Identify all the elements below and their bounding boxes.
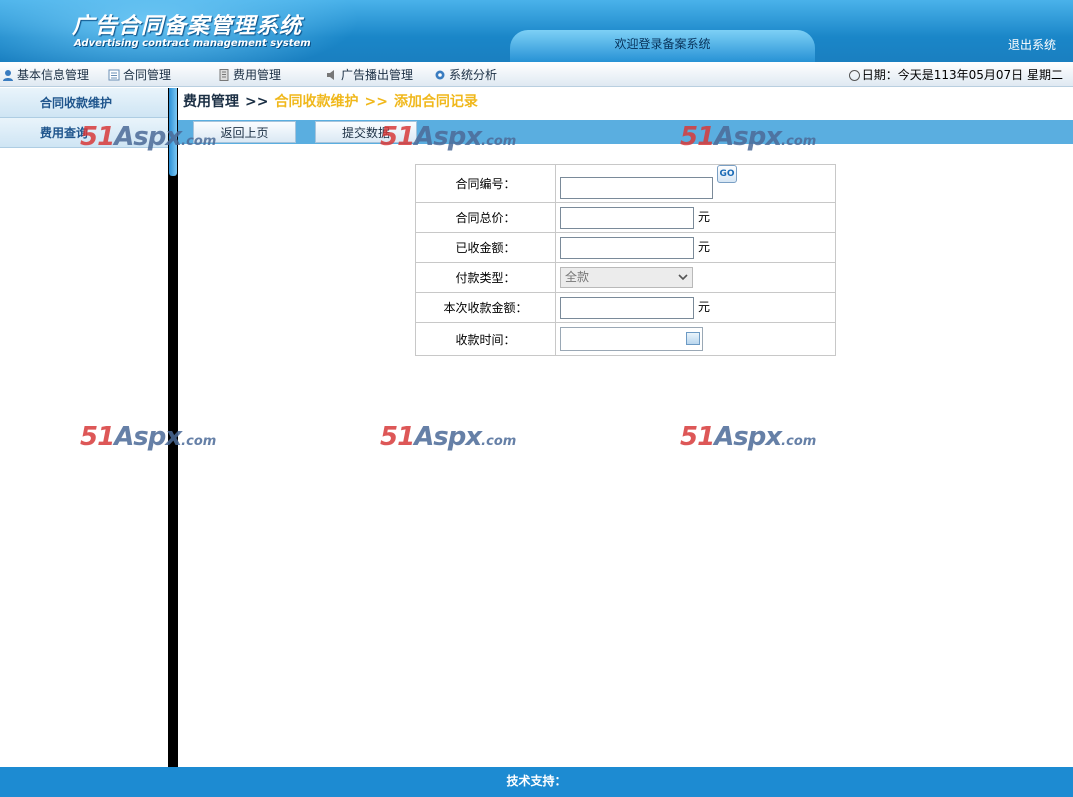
watermark: 51Aspx.com	[680, 422, 817, 452]
clock-icon	[848, 70, 860, 81]
total-price-label: 合同总价：	[415, 202, 556, 233]
nav-item-broadcast[interactable]: 广告播出管理	[326, 66, 413, 84]
breadcrumb-separator: >>	[245, 94, 269, 110]
nav-item-fees[interactable]: 费用管理	[218, 66, 281, 84]
payment-type-label: 付款类型：	[415, 262, 556, 293]
list-icon	[108, 68, 120, 81]
watermark: 51Aspx.com	[380, 422, 517, 452]
payment-type-select[interactable]: 全款	[560, 267, 693, 288]
payment-type-value: 全款	[565, 270, 590, 284]
nav-item-label: 基本信息管理	[17, 68, 90, 82]
submit-button[interactable]: 提交数据	[315, 121, 417, 143]
top-nav: 基本信息管理 合同管理 费用管理 广告播出管理 系统分析 日期：今天是113年0…	[0, 62, 1073, 87]
app-title: 广告合同备案管理系统	[72, 14, 303, 39]
app-header: 广告合同备案管理系统 Advertising contract manageme…	[0, 0, 1073, 62]
contract-no-label: 合同编号：	[415, 164, 556, 203]
nav-item-basic-info[interactable]: 基本信息管理	[2, 66, 89, 84]
sidebar-item-contract-payment[interactable]: 合同收款维护	[0, 88, 168, 118]
go-button[interactable]: GO	[717, 164, 737, 183]
unit-label: 元	[698, 300, 711, 314]
logout-link[interactable]: 退出系统	[1008, 36, 1056, 53]
chevron-down-icon	[678, 274, 688, 281]
received-amount-label: 已收金额：	[415, 232, 556, 263]
welcome-banner: 欢迎登录备案系统	[510, 30, 815, 62]
payment-form: 合同编号： GO 合同总价： 元 已收金额： 元 付款类型： 全款 本次收款金额…	[415, 164, 836, 356]
gear-icon	[434, 68, 446, 80]
app-subtitle: Advertising contract management system	[74, 38, 311, 49]
date-display: 日期：今天是113年05月07日 星期二	[848, 66, 1063, 84]
nav-item-analysis[interactable]: 系统分析	[434, 66, 497, 84]
this-payment-input[interactable]	[560, 296, 694, 319]
speaker-icon	[326, 68, 338, 80]
sidebar-splitter[interactable]	[168, 88, 178, 767]
sidebar-item-fee-query[interactable]: 费用查询	[0, 118, 168, 148]
sidebar: 合同收款维护 费用查询	[0, 88, 168, 767]
breadcrumb: 费用管理 >> 合同收款维护 >> 添加合同记录	[183, 91, 478, 111]
nav-item-contract[interactable]: 合同管理	[108, 66, 171, 84]
breadcrumb-level3: 添加合同记录	[393, 94, 478, 110]
nav-item-label: 系统分析	[449, 68, 498, 82]
total-price-input[interactable]	[560, 206, 694, 229]
unit-label: 元	[698, 240, 711, 254]
date-text: 日期：今天是113年05月07日 星期二	[861, 68, 1063, 82]
calendar-icon[interactable]	[686, 332, 700, 345]
document-icon	[218, 68, 230, 81]
received-amount-input[interactable]	[560, 236, 694, 259]
breadcrumb-separator: >>	[364, 94, 388, 110]
footer: 技术支持：	[0, 767, 1073, 797]
payment-time-input[interactable]	[560, 327, 703, 351]
nav-item-label: 费用管理	[233, 68, 282, 82]
breadcrumb-home: 费用管理	[183, 94, 239, 110]
payment-time-label: 收款时间：	[415, 322, 556, 356]
breadcrumb-level2: 合同收款维护	[274, 94, 359, 110]
contract-no-input[interactable]	[560, 176, 713, 199]
nav-item-label: 合同管理	[123, 68, 172, 82]
user-icon	[2, 68, 14, 81]
this-payment-label: 本次收款金额：	[415, 292, 556, 323]
toolbar: 返回上页 提交数据	[178, 120, 1073, 144]
unit-label: 元	[698, 210, 711, 224]
splitter-handle[interactable]	[169, 88, 177, 176]
back-button[interactable]: 返回上页	[193, 121, 296, 143]
nav-item-label: 广告播出管理	[341, 68, 414, 82]
